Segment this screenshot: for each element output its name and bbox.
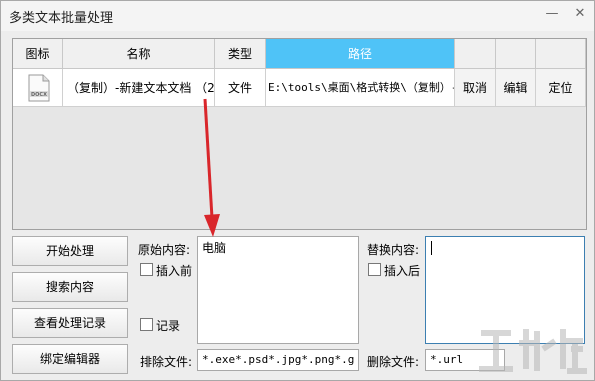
annotation-arrow	[203, 98, 220, 237]
app-window: 多类文本批量处理 — ✕ 图标 名称 类型 路径 DOCX （复制）-新建文本文…	[0, 0, 595, 381]
